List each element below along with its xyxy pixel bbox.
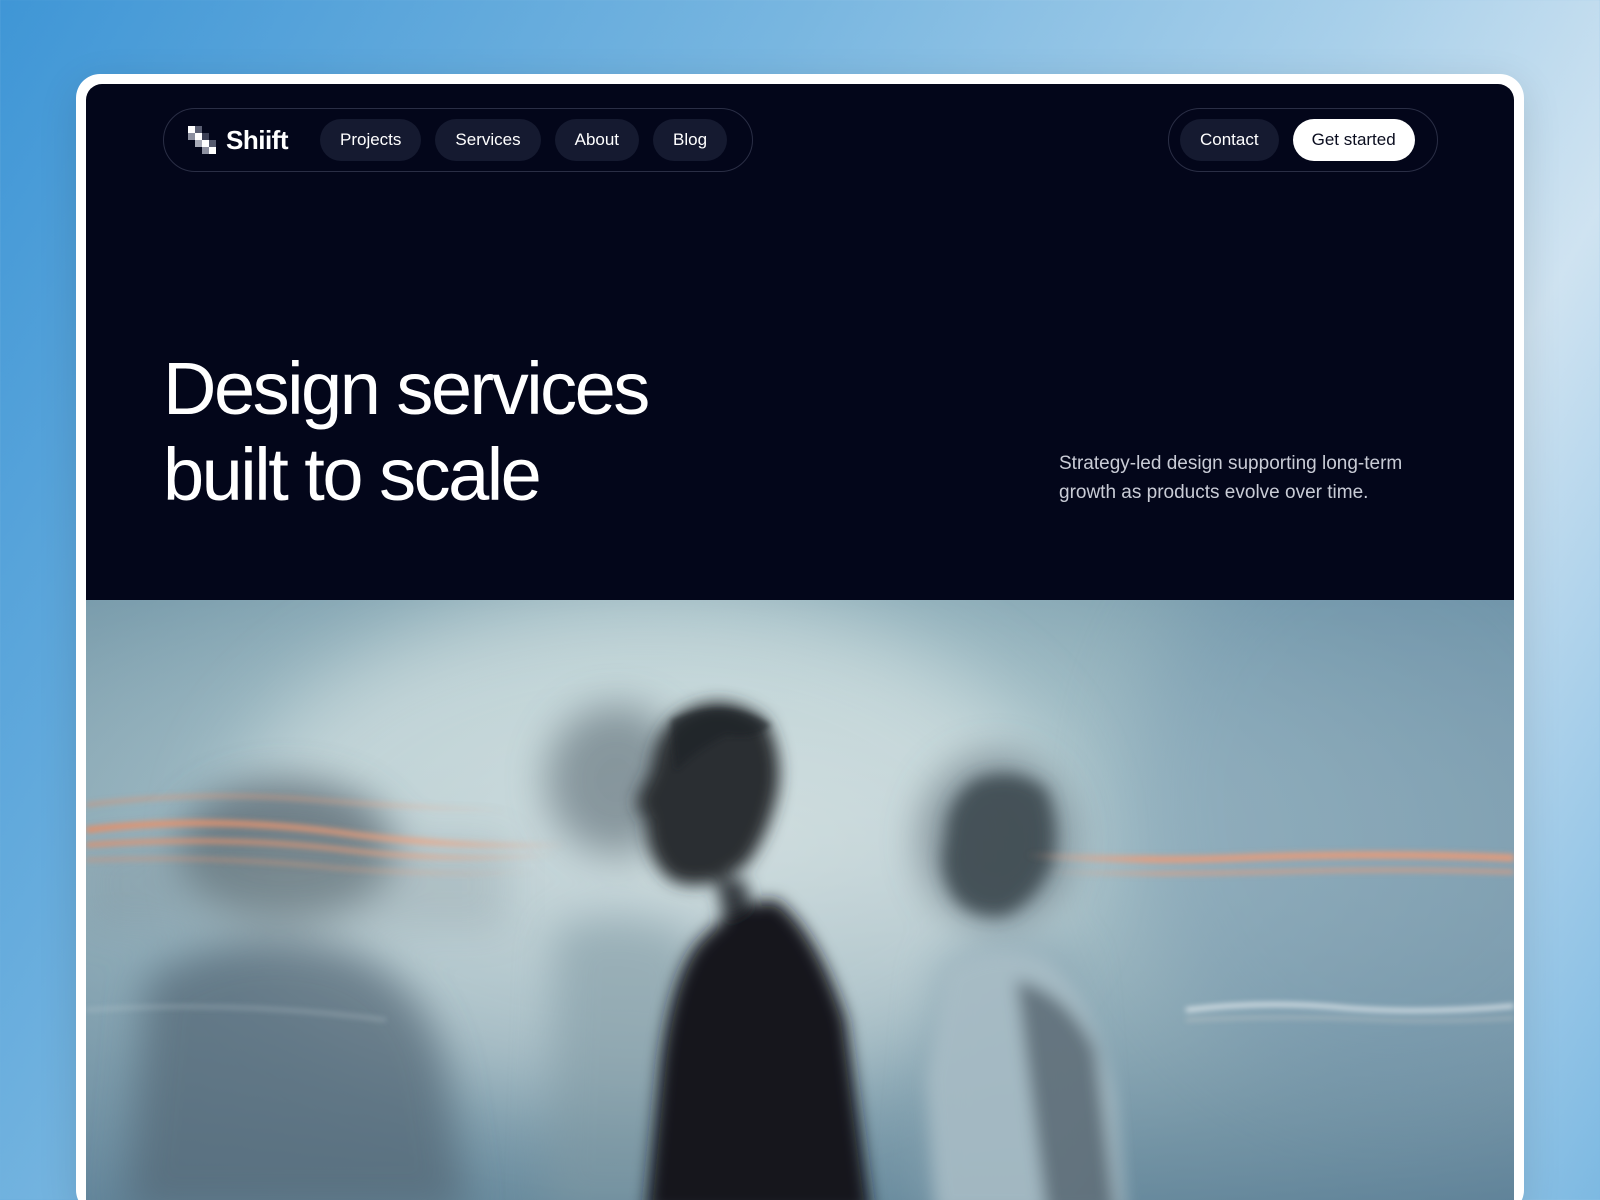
hero-subtitle-line-1: Strategy-led design supporting long-term: [1059, 453, 1403, 474]
hero-title-line-1: Design services: [163, 347, 650, 430]
get-started-button[interactable]: Get started: [1292, 119, 1415, 161]
nav-actions: Contact Get started: [1168, 108, 1438, 172]
hero-subtitle-line-2: growth as products evolve over time.: [1059, 482, 1369, 503]
brand-name: Shiift: [226, 124, 289, 155]
pixel-logo-icon: [188, 126, 216, 154]
logo[interactable]: Shiift: [188, 124, 289, 156]
hero-subtitle: Strategy-led design supporting long-term…: [1059, 449, 1459, 507]
motion-blur-people-photo: [86, 600, 1514, 1200]
nav-item-blog[interactable]: Blog: [653, 119, 728, 161]
nav-item-services[interactable]: Services: [435, 119, 541, 161]
contact-button[interactable]: Contact: [1180, 119, 1279, 161]
hero-image: [86, 600, 1514, 1200]
nav-item-about[interactable]: About: [554, 119, 640, 161]
main-nav: Shiift Projects Services About Blog: [163, 108, 753, 172]
hero-title-line-2: built to scale: [163, 433, 542, 516]
website-screen: Shiift Projects Services About Blog Cont…: [86, 84, 1514, 1200]
browser-window: Shiift Projects Services About Blog Cont…: [76, 74, 1524, 1200]
hero-title: Design services built to scale: [163, 346, 863, 518]
nav-item-projects[interactable]: Projects: [320, 119, 422, 161]
